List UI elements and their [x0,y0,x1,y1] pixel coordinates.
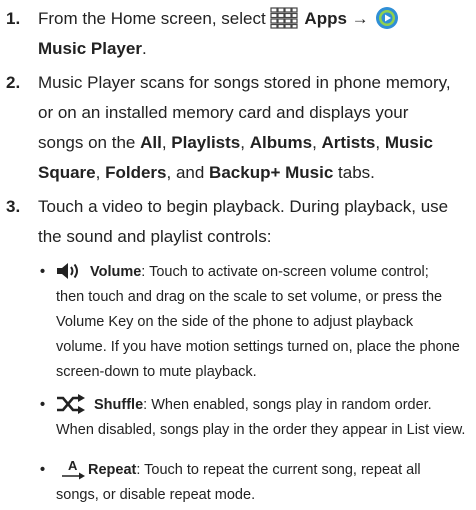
apps-grid-icon [270,6,299,29]
step-3: 3. Touch a video to begin playback. Duri… [6,192,472,252]
bullet-marker: • [40,264,46,280]
shuffle-label: Shuffle [94,397,144,413]
step-3-line-2: the sound and playlist controls: [38,227,272,246]
music-player-icon [375,6,399,30]
step-number: 2. [6,73,21,92]
tab-playlists-label: Playlists [171,133,241,152]
step-1-text: From the Home screen, select [38,9,271,28]
manual-page: 1. From the Home screen, select Apps → M… [0,0,476,510]
volume-icon [56,262,82,280]
repeat-label: Repeat [88,462,137,478]
step-1-line-2: Music Player. [38,39,147,58]
tab-folders-label: Folders [105,163,167,182]
shuffle-icon [56,394,86,415]
tab-artists-label: Artists [321,133,376,152]
step-2: 2. Music Player scans for songs stored i… [6,68,472,188]
tab-music-label: Music [384,133,434,152]
tab-albums-label: Albums [249,133,313,152]
step-1: 1. From the Home screen, select Apps → M… [6,4,472,64]
tab-backup-music-label: Backup+ Music [209,163,334,182]
step-number: 1. [6,9,21,28]
step-2-line-2: or on an installed memory card and displ… [38,103,409,122]
step-2-line-4: Square, Folders, and Backup+ Music tabs. [38,163,375,182]
tab-all-label: All [140,133,162,152]
step-2-line-1: Music Player scans for songs stored in p… [38,73,451,92]
volume-label: Volume [90,264,142,280]
arrow-glyph: → [351,9,369,28]
step-2-line-3: songs on the All, Playlists, Albums, Art… [38,133,434,152]
step-1-line-1: From the Home screen, select Apps → [38,4,472,34]
bullet-marker: • [40,397,46,413]
tab-square-label: Square [38,163,96,182]
repeat-icon: A [62,458,86,480]
bullet-marker: • [40,462,46,478]
step-3-line-1: Touch a video to begin playback. During … [38,197,449,216]
repeat-icon-letter: A [68,458,78,474]
step-number: 3. [6,197,21,216]
music-player-label: Music Player [38,39,142,58]
apps-label: Apps [304,9,347,28]
